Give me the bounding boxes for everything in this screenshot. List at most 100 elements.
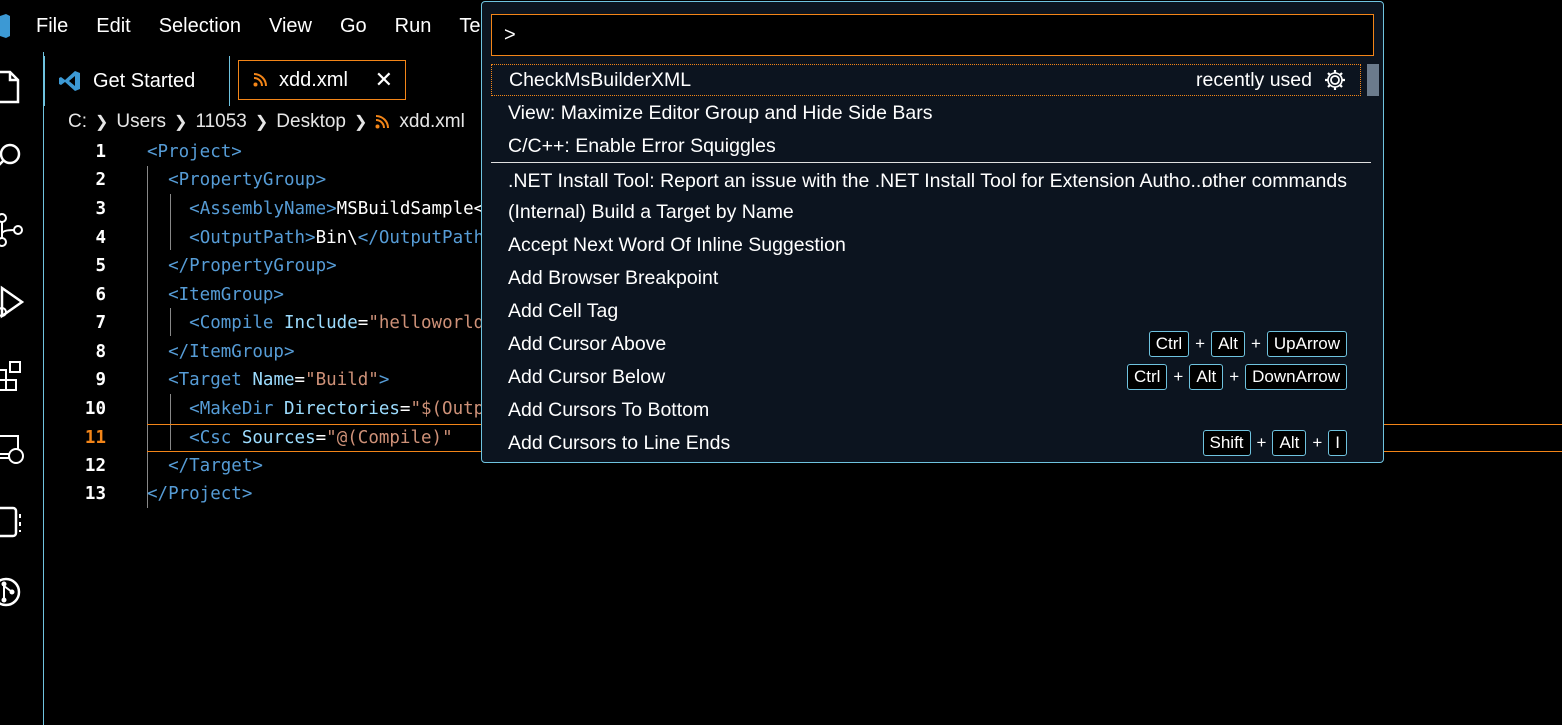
recently-used-label: recently used <box>1196 68 1312 91</box>
git-graph-icon[interactable] <box>0 572 30 612</box>
vscode-icon <box>59 71 80 91</box>
command-label: Accept Next Word Of Inline Suggestion <box>508 233 846 256</box>
command-label: C/C++: Enable Error Squiggles <box>508 134 776 157</box>
line-number: 8 <box>95 342 106 362</box>
key-cap: Alt <box>1211 331 1245 357</box>
breadcrumb-item[interactable]: Users <box>116 111 166 133</box>
command-item[interactable]: Accept Next Word Of Inline Suggestion <box>491 229 1361 261</box>
close-icon[interactable]: ✕ <box>375 67 393 93</box>
menu-bar: File Edit Selection View Go Run Termina <box>22 0 545 52</box>
line-number: 13 <box>84 484 106 504</box>
code-text: <OutputPath>Bin\</OutputPath> <box>189 228 495 248</box>
extensions-icon[interactable] <box>0 356 30 396</box>
source-control-icon[interactable] <box>0 210 30 250</box>
breadcrumb-item[interactable]: C: <box>68 111 87 133</box>
command-item[interactable]: .NET Install Tool: Report an issue with … <box>491 165 1361 197</box>
line-number: 1 <box>95 142 106 162</box>
chevron-right-icon: ❯ <box>95 114 109 131</box>
code-text: <PropertyGroup> <box>168 170 327 190</box>
line-number: 4 <box>95 228 106 248</box>
plus-sign: + <box>1195 334 1206 353</box>
command-item[interactable]: Add Cursor Above Ctrl + Alt + UpArrow <box>491 328 1361 360</box>
key-cap: Ctrl <box>1126 364 1168 390</box>
chevron-right-icon: ❯ <box>353 114 368 131</box>
code-text: </Project> <box>147 484 253 504</box>
code-text: </Target> <box>168 456 263 476</box>
tab-xdd-xml[interactable]: xdd.xml ✕ <box>238 60 406 100</box>
breadcrumb: C: ❯ Users ❯ 11053 ❯ Desktop ❯ xdd.xml <box>68 108 465 136</box>
line-number: 6 <box>95 285 106 305</box>
command-label: Add Cursors to Line Ends <box>508 431 731 454</box>
command-item[interactable]: Add Cell Tag <box>491 295 1361 327</box>
code-line: 13 </Project> <box>44 480 1562 508</box>
plus-sign: + <box>1312 433 1323 452</box>
gear-icon[interactable] <box>1324 69 1346 91</box>
search-icon[interactable] <box>0 138 30 178</box>
menu-edit[interactable]: Edit <box>82 15 144 38</box>
command-label: Add Cursors To Bottom <box>508 398 710 421</box>
menu-selection[interactable]: Selection <box>145 15 255 38</box>
keybinding: Ctrl + Alt + UpArrow <box>1148 331 1347 357</box>
menu-go[interactable]: Go <box>326 15 381 38</box>
command-item[interactable]: Add Cursors To Bottom <box>491 394 1361 426</box>
code-text: <Project> <box>147 142 242 162</box>
breadcrumb-item[interactable]: xdd.xml <box>399 111 464 133</box>
menu-run[interactable]: Run <box>381 15 446 38</box>
breadcrumb-item[interactable]: Desktop <box>276 111 346 133</box>
keybinding: Ctrl + Alt + DownArrow <box>1126 364 1347 390</box>
command-item[interactable]: Add Cursor Below Ctrl + Alt + DownArrow <box>491 361 1361 393</box>
key-cap: Shift <box>1202 430 1251 456</box>
command-item[interactable]: (Internal) Build a Target by Name <box>491 196 1361 228</box>
plus-sign: + <box>1173 367 1184 386</box>
command-item[interactable]: CheckMsBuilderXML recently used <box>491 64 1361 96</box>
command-label: (Internal) Build a Target by Name <box>508 200 794 223</box>
command-label: Add Browser Breakpoint <box>508 266 719 289</box>
separator <box>491 162 1371 163</box>
key-cap: I <box>1328 430 1347 456</box>
remote-explorer-icon[interactable] <box>0 430 30 470</box>
line-number: 2 <box>95 170 106 190</box>
key-cap: Ctrl <box>1148 331 1190 357</box>
line-number: 9 <box>95 370 106 390</box>
tab-label: Get Started <box>93 69 196 92</box>
chevron-right-icon: ❯ <box>254 114 269 131</box>
command-item[interactable]: Add Browser Breakpoint <box>491 262 1361 294</box>
chevron-right-icon: ❯ <box>174 114 188 131</box>
line-number: 7 <box>95 313 106 333</box>
command-label: .NET Install Tool: Report an issue with … <box>508 169 1207 192</box>
command-item[interactable]: Add Cursors to Line Ends Shift + Alt + I <box>491 427 1361 459</box>
scrollbar-thumb[interactable] <box>1367 64 1379 96</box>
command-label: Add Cursor Below <box>508 365 666 388</box>
line-number: 11 <box>84 428 106 448</box>
notebook-icon[interactable] <box>0 502 30 542</box>
code-text: <ItemGroup> <box>168 285 284 305</box>
plus-sign: + <box>1256 433 1267 452</box>
command-palette-input[interactable]: > <box>491 14 1374 56</box>
menu-file[interactable]: File <box>22 15 82 38</box>
line-number: 3 <box>95 199 106 219</box>
explorer-icon[interactable] <box>0 68 30 108</box>
tab-get-started[interactable]: Get Started <box>44 56 230 106</box>
line-number: 10 <box>84 399 106 419</box>
key-cap: Alt <box>1272 430 1307 456</box>
command-item[interactable]: View: Maximize Editor Group and Hide Sid… <box>491 97 1361 129</box>
activity-bar <box>0 52 44 725</box>
line-number: 5 <box>95 256 106 276</box>
command-item[interactable]: C/C++: Enable Error Squiggles <box>491 130 1361 162</box>
run-debug-icon[interactable] <box>0 282 30 322</box>
menu-view[interactable]: View <box>255 15 326 38</box>
command-label: Add Cursor Above <box>508 332 667 355</box>
line-number: 12 <box>84 456 106 476</box>
keybinding: Shift + Alt + I <box>1202 430 1347 456</box>
command-label: Add Cell Tag <box>508 299 619 322</box>
breadcrumb-item[interactable]: 11053 <box>195 111 246 133</box>
code-text: </ItemGroup> <box>168 342 295 362</box>
rss-xml-icon <box>253 73 267 87</box>
key-cap: UpArrow <box>1266 331 1347 357</box>
command-palette: > CheckMsBuilderXML recently used View: … <box>481 1 1384 463</box>
key-cap: Alt <box>1189 364 1224 390</box>
code-text: <Compile Include="helloworld.cs" <box>189 313 527 333</box>
plus-sign: + <box>1250 334 1261 353</box>
command-meta: recently used <box>1196 69 1346 92</box>
key-cap: DownArrow <box>1245 364 1347 390</box>
